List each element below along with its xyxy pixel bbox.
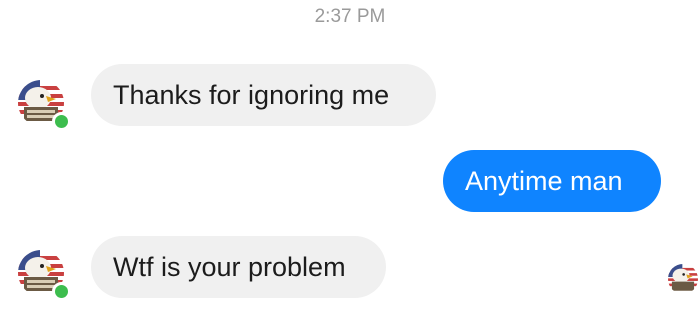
read-receipt-avatar-icon: [668, 264, 698, 294]
incoming-message-bubble[interactable]: Wtf is your problem: [91, 236, 386, 298]
message-timestamp: 2:37 PM: [314, 6, 386, 27]
incoming-message-bubble[interactable]: Thanks for ignoring me: [91, 64, 436, 126]
eagle-flag-avatar-icon: [668, 264, 698, 294]
online-status-icon: [52, 112, 71, 131]
online-status-icon: [52, 282, 71, 301]
outgoing-message-bubble[interactable]: Anytime man: [443, 150, 661, 212]
